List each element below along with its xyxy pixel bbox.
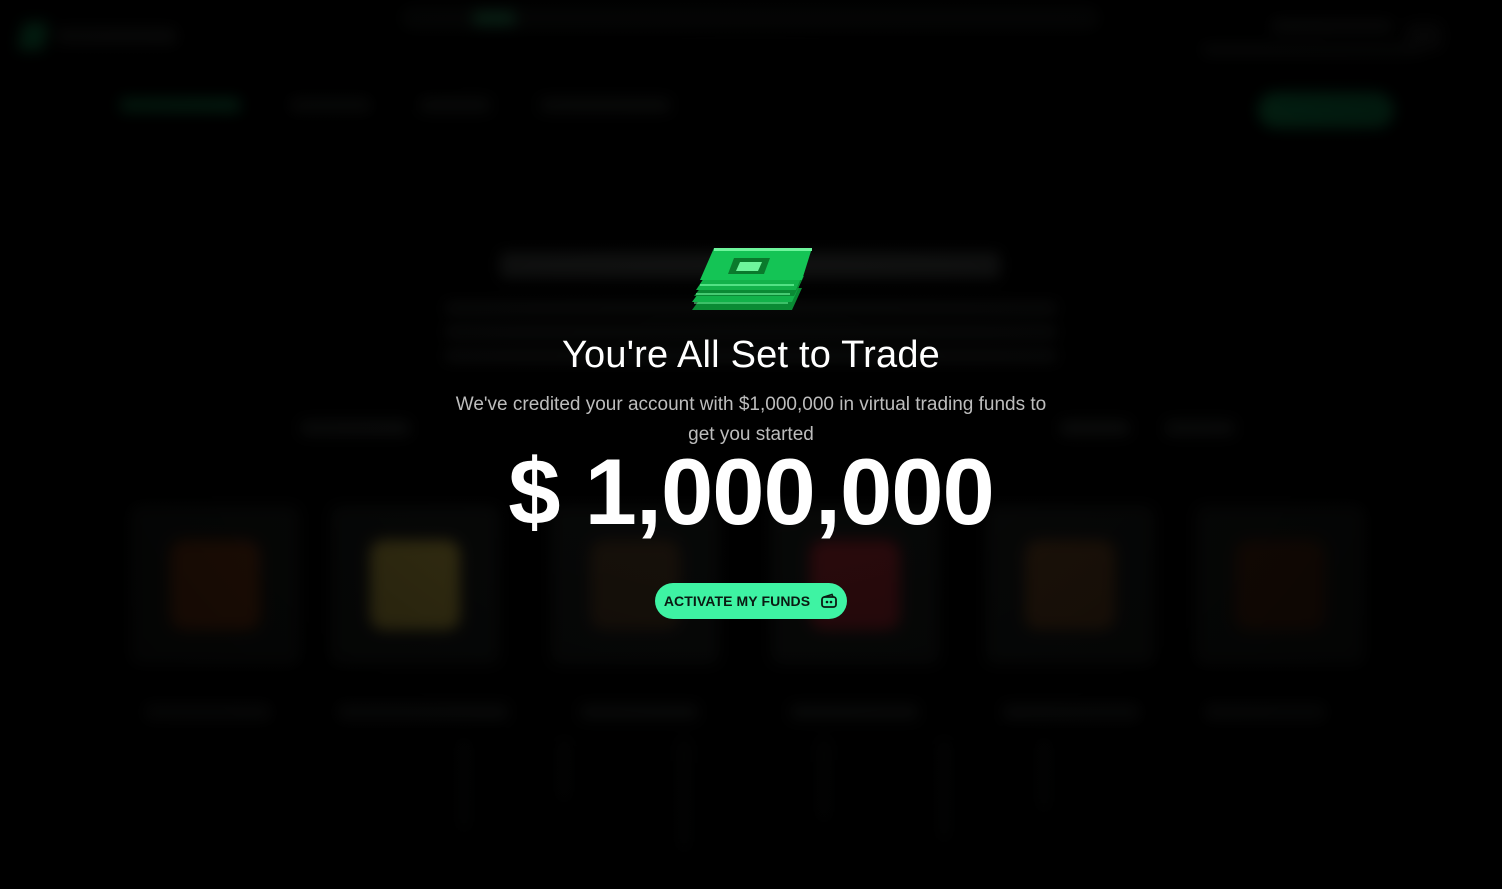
activate-funds-button[interactable]: ACTIVATE MY FUNDS [655,583,847,619]
dialog-title: You're All Set to Trade [561,334,941,376]
screen: You're All Set to Trade We've credited y… [0,0,1502,889]
activate-funds-label: ACTIVATE MY FUNDS [663,593,811,609]
wallet-icon [821,593,838,608]
money-stack-icon [692,248,812,310]
funds-credited-dialog: You're All Set to Trade We've credited y… [0,0,1502,889]
credited-amount: $ 1,000,000 [508,439,995,544]
